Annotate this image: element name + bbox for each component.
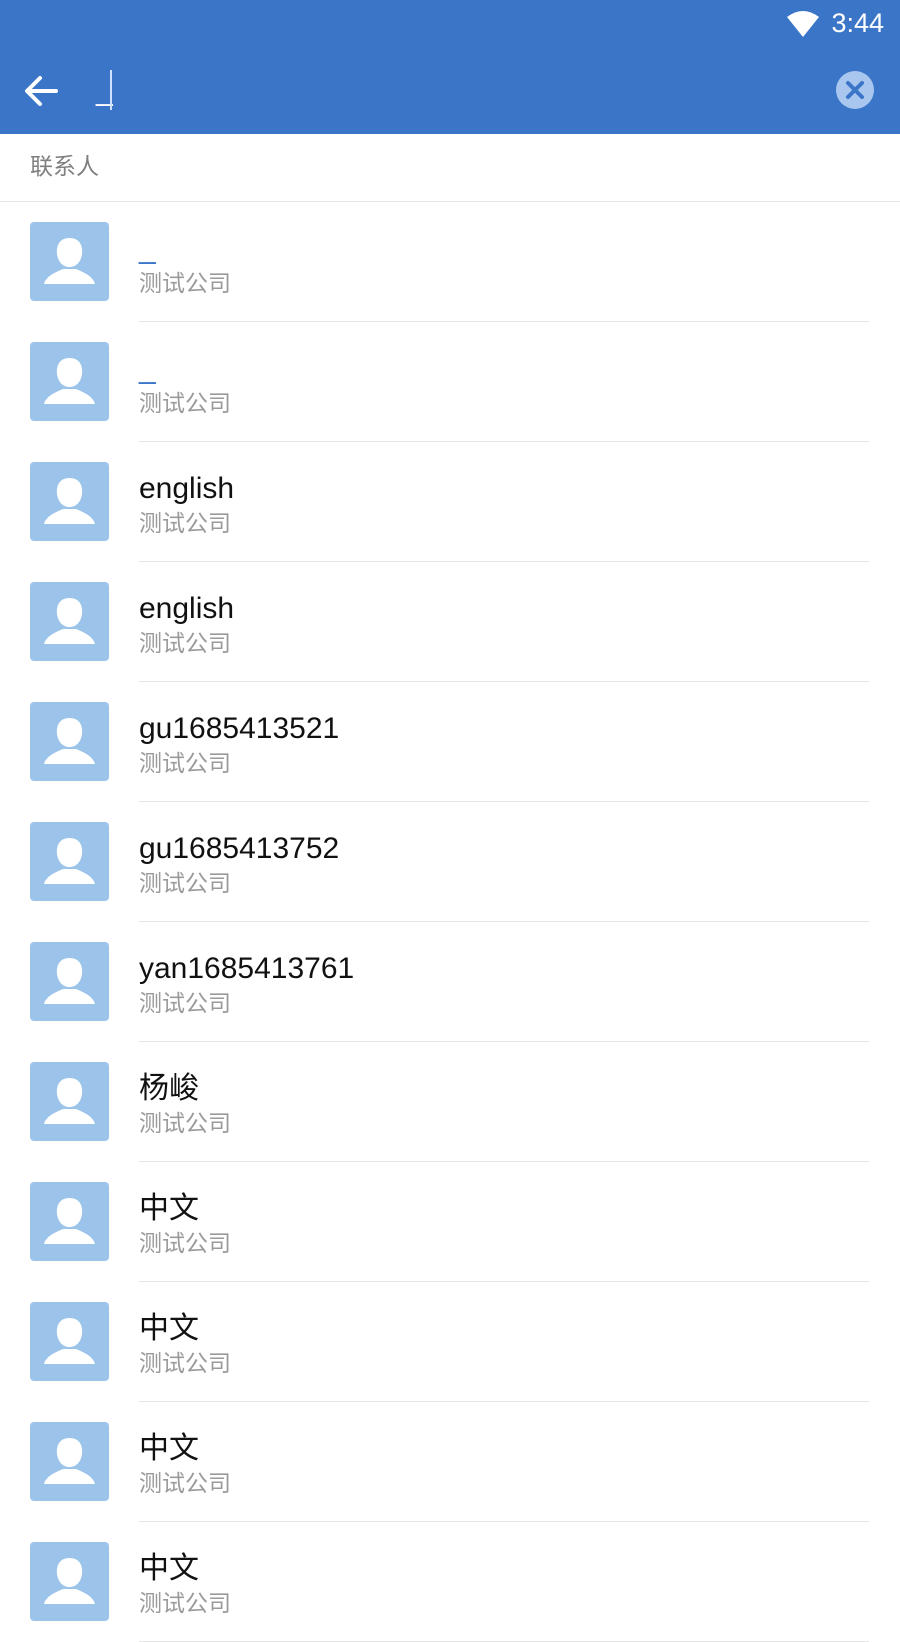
avatar (30, 1302, 109, 1381)
person-icon (44, 1198, 95, 1244)
avatar (30, 462, 109, 541)
contact-list: _ 测试公司 _ 测试公司 english 测试公司 english 测试公司 gu168541… (0, 202, 900, 1642)
contact-list-item[interactable]: _ 测试公司 (0, 202, 900, 322)
contact-company: 测试公司 (139, 391, 231, 417)
contact-company: 测试公司 (139, 1591, 231, 1617)
contact-company: 测试公司 (139, 271, 231, 297)
avatar (30, 1062, 109, 1141)
contact-name: 中文 (139, 1432, 199, 1465)
status-time: 3:44 (831, 8, 884, 38)
search-toolbar: _ (0, 48, 900, 134)
person-icon (44, 958, 95, 1004)
contact-list-item[interactable]: english 测试公司 (0, 562, 900, 682)
avatar (30, 1182, 109, 1261)
search-input[interactable]: _ (96, 66, 796, 116)
avatar (30, 702, 109, 781)
contact-name: english (139, 472, 235, 505)
contact-company: 测试公司 (139, 1351, 231, 1377)
person-icon (44, 238, 95, 284)
close-icon (846, 81, 864, 99)
person-icon (44, 358, 95, 404)
contact-list-item[interactable]: yan1685413761 测试公司 (0, 922, 900, 1042)
contact-name: gu1685413521 (139, 712, 340, 745)
person-icon (44, 838, 95, 884)
text-cursor (110, 70, 112, 110)
contact-list-item[interactable]: english 测试公司 (0, 442, 900, 562)
contact-company: 测试公司 (139, 1111, 231, 1137)
contact-company: 测试公司 (139, 1231, 231, 1257)
person-icon (44, 1318, 95, 1364)
section-header: 联系人 (0, 134, 900, 202)
contact-name: 中文 (139, 1192, 199, 1225)
contact-name: yan1685413761 (139, 952, 355, 985)
contact-list-item[interactable]: 杨峻 测试公司 (0, 1042, 900, 1162)
contact-list-item[interactable]: 中文 测试公司 (0, 1522, 900, 1642)
contact-name: english (139, 592, 235, 625)
wifi-icon (787, 11, 819, 37)
contact-list-item[interactable]: 中文 测试公司 (0, 1162, 900, 1282)
contact-company: 测试公司 (139, 631, 231, 657)
person-icon (44, 718, 95, 764)
contact-name: _ (139, 352, 156, 385)
contact-company: 测试公司 (139, 871, 231, 897)
avatar (30, 342, 109, 421)
avatar (30, 1542, 109, 1621)
contact-name: 杨峻 (139, 1072, 199, 1105)
contact-list-item[interactable]: gu1685413752 测试公司 (0, 802, 900, 922)
section-title: 联系人 (30, 154, 99, 180)
avatar (30, 942, 109, 1021)
contact-name: 中文 (139, 1312, 199, 1345)
contact-company: 测试公司 (139, 991, 231, 1017)
contact-company: 测试公司 (139, 1471, 231, 1497)
contact-name: 中文 (139, 1552, 199, 1585)
person-icon (44, 478, 95, 524)
status-bar: 3:44 (0, 0, 900, 48)
person-icon (44, 598, 95, 644)
person-icon (44, 1558, 95, 1604)
avatar (30, 222, 109, 301)
contact-name: _ (139, 232, 156, 265)
person-icon (44, 1438, 95, 1484)
person-icon (44, 1078, 95, 1124)
avatar (30, 582, 109, 661)
contact-list-item[interactable]: _ 测试公司 (0, 322, 900, 442)
clear-search-button[interactable] (836, 71, 874, 109)
contact-list-item[interactable]: 中文 测试公司 (0, 1402, 900, 1522)
avatar (30, 822, 109, 901)
arrow-left-icon[interactable] (18, 68, 64, 114)
contact-company: 测试公司 (139, 511, 231, 537)
avatar (30, 1422, 109, 1501)
contact-list-item[interactable]: 中文 测试公司 (0, 1282, 900, 1402)
contact-company: 测试公司 (139, 751, 231, 777)
contact-name: gu1685413752 (139, 832, 340, 865)
contact-list-item[interactable]: gu1685413521 测试公司 (0, 682, 900, 802)
